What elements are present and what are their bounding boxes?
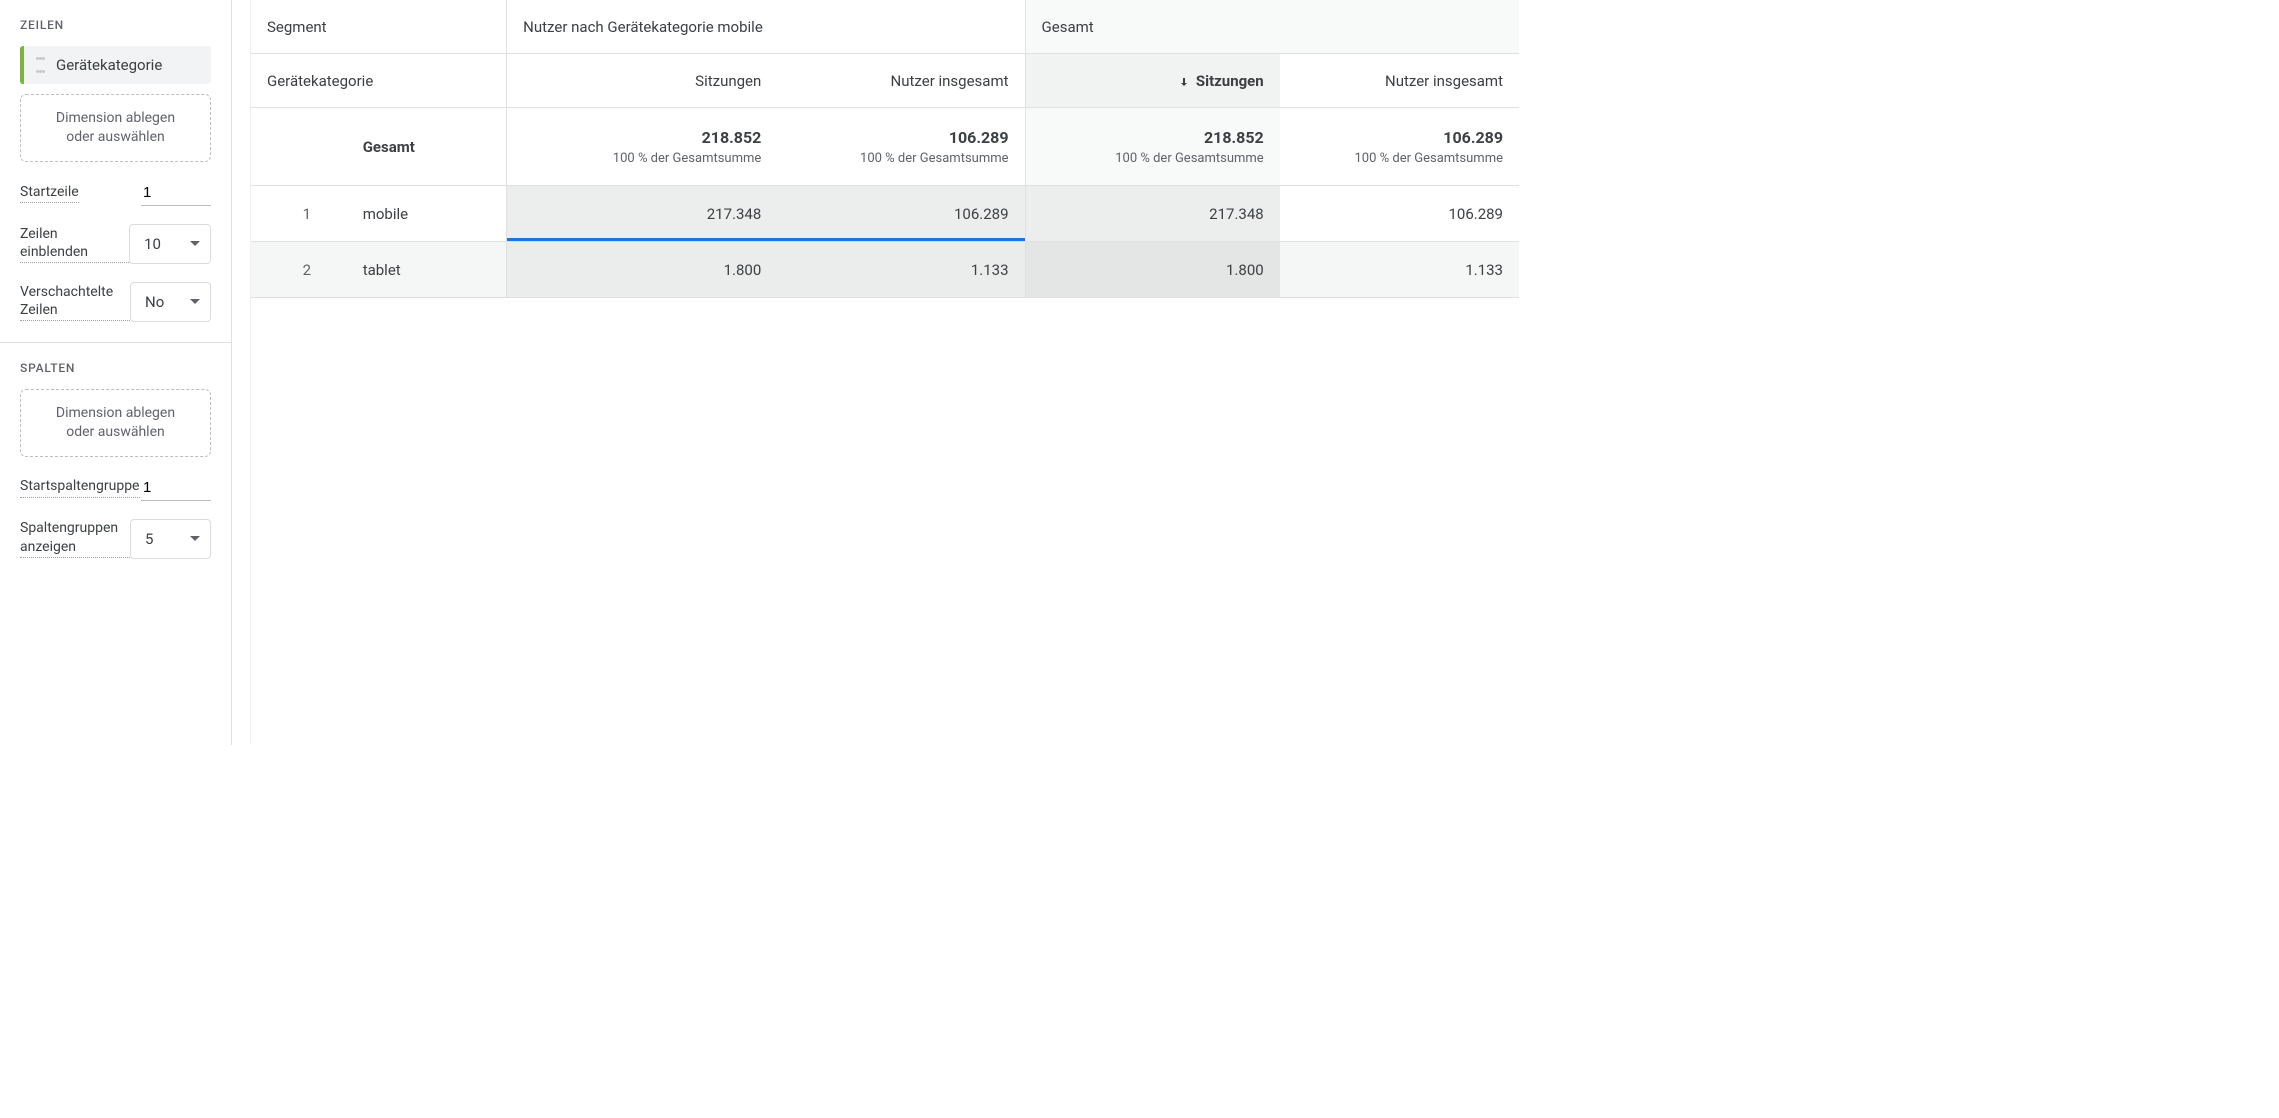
totals-label: Gesamt <box>347 108 506 186</box>
row-dimension-chip[interactable]: Gerätekategorie <box>20 46 211 84</box>
show-cols-value: 5 <box>145 530 153 548</box>
dimension-header[interactable]: Gerätekategorie <box>251 54 506 108</box>
cell-dim: tablet <box>347 242 506 298</box>
show-rows-label: Zeilen einblenden <box>20 225 129 263</box>
cols-panel: SPALTEN Dimension ablegen oder auswählen… <box>20 343 211 575</box>
start-col-input[interactable] <box>141 475 211 501</box>
show-cols-select[interactable]: 5 <box>130 519 211 559</box>
cell-b-users: 1.133 <box>1280 242 1519 298</box>
rows-panel-title: ZEILEN <box>20 18 211 32</box>
gutter <box>232 0 251 745</box>
show-rows-value: 10 <box>144 235 161 253</box>
nested-rows-value: No <box>145 293 164 311</box>
drag-handle-icon[interactable] <box>36 57 46 73</box>
show-cols-label: Spaltengruppen anzeigen <box>20 519 130 557</box>
chevron-down-icon <box>190 241 200 246</box>
main-area: Segment Nutzer nach Gerätekategorie mobi… <box>232 0 1519 745</box>
totals-b-sessions: 218.852 <box>1042 128 1264 147</box>
show-rows-select[interactable]: 10 <box>129 224 211 264</box>
cell-a-users: 106.289 <box>777 186 1024 242</box>
cell-a-users: 1.133 <box>777 242 1024 298</box>
nested-rows-label: Verschachtelte Zeilen <box>20 283 130 321</box>
exploration-table: Segment Nutzer nach Gerätekategorie mobi… <box>251 0 1519 298</box>
nested-rows-select[interactable]: No <box>130 282 211 322</box>
col-b-users[interactable]: Nutzer insgesamt <box>1280 54 1519 108</box>
chevron-down-icon <box>190 299 200 304</box>
rows-dropzone[interactable]: Dimension ablegen oder auswählen <box>20 94 211 162</box>
cell-a-sessions: 217.348 <box>506 186 777 242</box>
cell-a-sessions: 1.800 <box>506 242 777 298</box>
segment-a-header[interactable]: Nutzer nach Gerätekategorie mobile <box>506 0 1024 54</box>
segment-b-header[interactable]: Gesamt <box>1025 0 1519 54</box>
row-dimension-chip-label: Gerätekategorie <box>56 56 162 74</box>
table-row[interactable]: 1 mobile 217.348 106.289 217.348 106.289 <box>251 186 1519 242</box>
cell-b-sessions: 1.800 <box>1025 242 1280 298</box>
cell-b-sessions: 217.348 <box>1025 186 1280 242</box>
sort-descending-icon <box>1178 72 1196 90</box>
table-row[interactable]: 2 tablet 1.800 1.133 1.800 1.133 <box>251 242 1519 298</box>
cols-panel-title: SPALTEN <box>20 361 211 375</box>
start-col-label: Startspaltengruppe <box>20 477 140 497</box>
chevron-down-icon <box>190 536 200 541</box>
start-row-label: Startzeile <box>20 183 79 203</box>
app-root: ZEILEN Gerätekategorie Dimension ablegen… <box>0 0 1519 745</box>
cell-dim: mobile <box>347 186 506 242</box>
col-a-sessions[interactable]: Sitzungen <box>506 54 777 108</box>
start-row-input[interactable] <box>141 180 211 206</box>
rows-panel: ZEILEN Gerätekategorie Dimension ablegen… <box>20 0 211 342</box>
segment-header: Segment <box>251 0 506 54</box>
col-b-sessions[interactable]: Sitzungen <box>1025 54 1280 108</box>
cell-b-users: 106.289 <box>1280 186 1519 242</box>
totals-a-users: 106.289 <box>793 128 1008 147</box>
cols-dropzone[interactable]: Dimension ablegen oder auswählen <box>20 389 211 457</box>
totals-a-sessions: 218.852 <box>523 128 761 147</box>
totals-b-users: 106.289 <box>1296 128 1503 147</box>
config-sidebar: ZEILEN Gerätekategorie Dimension ablegen… <box>0 0 232 745</box>
totals-row: Gesamt 218.852 100 % der Gesamtsumme 106… <box>251 108 1519 186</box>
col-a-users[interactable]: Nutzer insgesamt <box>777 54 1024 108</box>
